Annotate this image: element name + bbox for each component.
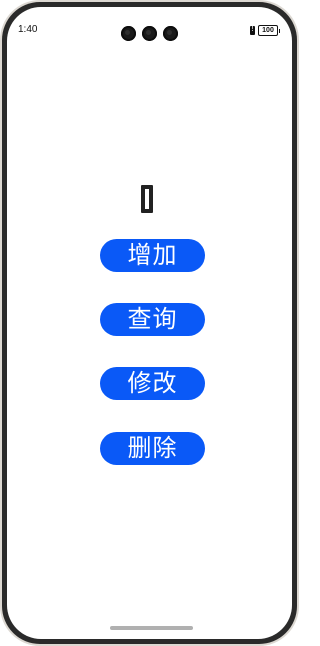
edit-button[interactable]: 修改: [100, 367, 205, 400]
camera-icon: [142, 26, 157, 41]
status-time: 1:40: [18, 24, 38, 35]
result-display-glyph: [141, 185, 153, 213]
front-cameras: [121, 26, 178, 41]
battery-level: 100: [258, 25, 278, 36]
notification-alert-icon: [250, 24, 255, 35]
device-bezel: 1:40 100 增加 查询 修改 删除: [2, 2, 297, 644]
device-frame: 1:40 100 增加 查询 修改 删除: [0, 0, 299, 646]
camera-icon: [163, 26, 178, 41]
home-indicator[interactable]: [110, 626, 193, 630]
query-button[interactable]: 查询: [100, 303, 205, 336]
add-button[interactable]: 增加: [100, 239, 205, 272]
status-bar: 1:40 100: [7, 7, 292, 51]
battery-tip: [279, 28, 280, 33]
screen: 1:40 100 增加 查询 修改 删除: [7, 7, 292, 639]
delete-button[interactable]: 删除: [100, 432, 205, 465]
battery-icon: 100: [258, 25, 280, 36]
camera-icon: [121, 26, 136, 41]
status-icons: 100: [250, 24, 280, 36]
